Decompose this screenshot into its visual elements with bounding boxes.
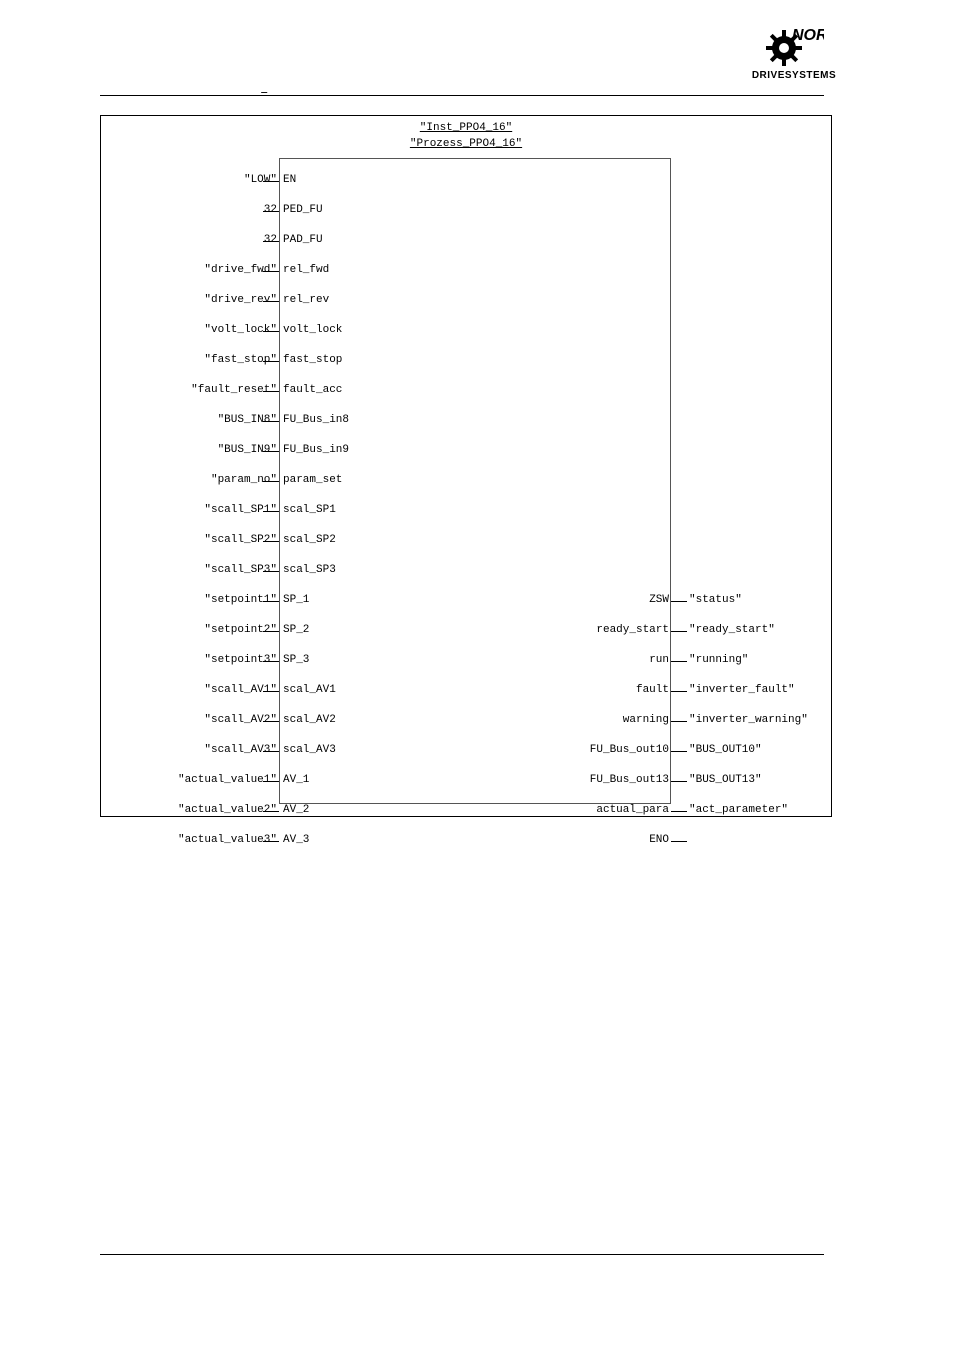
pin-bus-out13: FU_Bus_out13"BUS_OUT13" <box>101 774 831 788</box>
footer-rule <box>100 1254 824 1255</box>
pin-eno: ENO <box>101 834 831 848</box>
pin-bus-out10: FU_Bus_out10"BUS_OUT10" <box>101 744 831 758</box>
gear-icon: NORD <box>764 20 824 68</box>
pin-pad-fu: 32PAD_FU <box>101 234 831 248</box>
pin-rel-rev: "drive_rev"rel_rev <box>101 294 831 308</box>
logo-subtext: DRIVESYSTEMS <box>744 70 844 81</box>
pin-ped-fu: 32PED_FU <box>101 204 831 218</box>
function-block-diagram: "Inst_PPO4_16" "Prozess_PPO4_16" "LOW"EN… <box>100 115 832 817</box>
pin-warning: warning"inverter_warning" <box>101 714 831 728</box>
header-rule <box>100 95 824 96</box>
pin-bus-in8: "BUS_IN8"FU_Bus_in8 <box>101 414 831 428</box>
block-instance-name: "Inst_PPO4_16" <box>101 122 831 134</box>
block-type-name: "Prozess_PPO4_16" <box>101 138 831 150</box>
pin-actual-para: actual_para"act_parameter" <box>101 804 831 818</box>
pin-scal-sp2: "scall_SP2"scal_SP2 <box>101 534 831 548</box>
pin-volt-lock: "volt_lock"volt_lock <box>101 324 831 338</box>
header-dash: – <box>260 85 268 101</box>
pin-ready-start: ready_start"ready_start" <box>101 624 831 638</box>
pin-run: run"running" <box>101 654 831 668</box>
pin-zsw: ZSW"status" <box>101 594 831 608</box>
pin-scal-sp3: "scall_SP3"scal_SP3 <box>101 564 831 578</box>
pin-rel-fwd: "drive_fwd"rel_fwd <box>101 264 831 278</box>
pin-fault-acc: "fault_reset"fault_acc <box>101 384 831 398</box>
logo-word: NORD <box>792 27 824 44</box>
pin-param-set: "param_no"param_set <box>101 474 831 488</box>
pin-scal-sp1: "scall_SP1"scal_SP1 <box>101 504 831 518</box>
brand-logo: NORD DRIVESYSTEMS <box>744 20 844 81</box>
page-header: – <box>100 0 844 95</box>
pin-fault: fault"inverter_fault" <box>101 684 831 698</box>
pin-fast-stop: "fast_stop"fast_stop <box>101 354 831 368</box>
pin-en: "LOW"EN <box>101 174 831 188</box>
pin-bus-in9: "BUS_IN9"FU_Bus_in9 <box>101 444 831 458</box>
